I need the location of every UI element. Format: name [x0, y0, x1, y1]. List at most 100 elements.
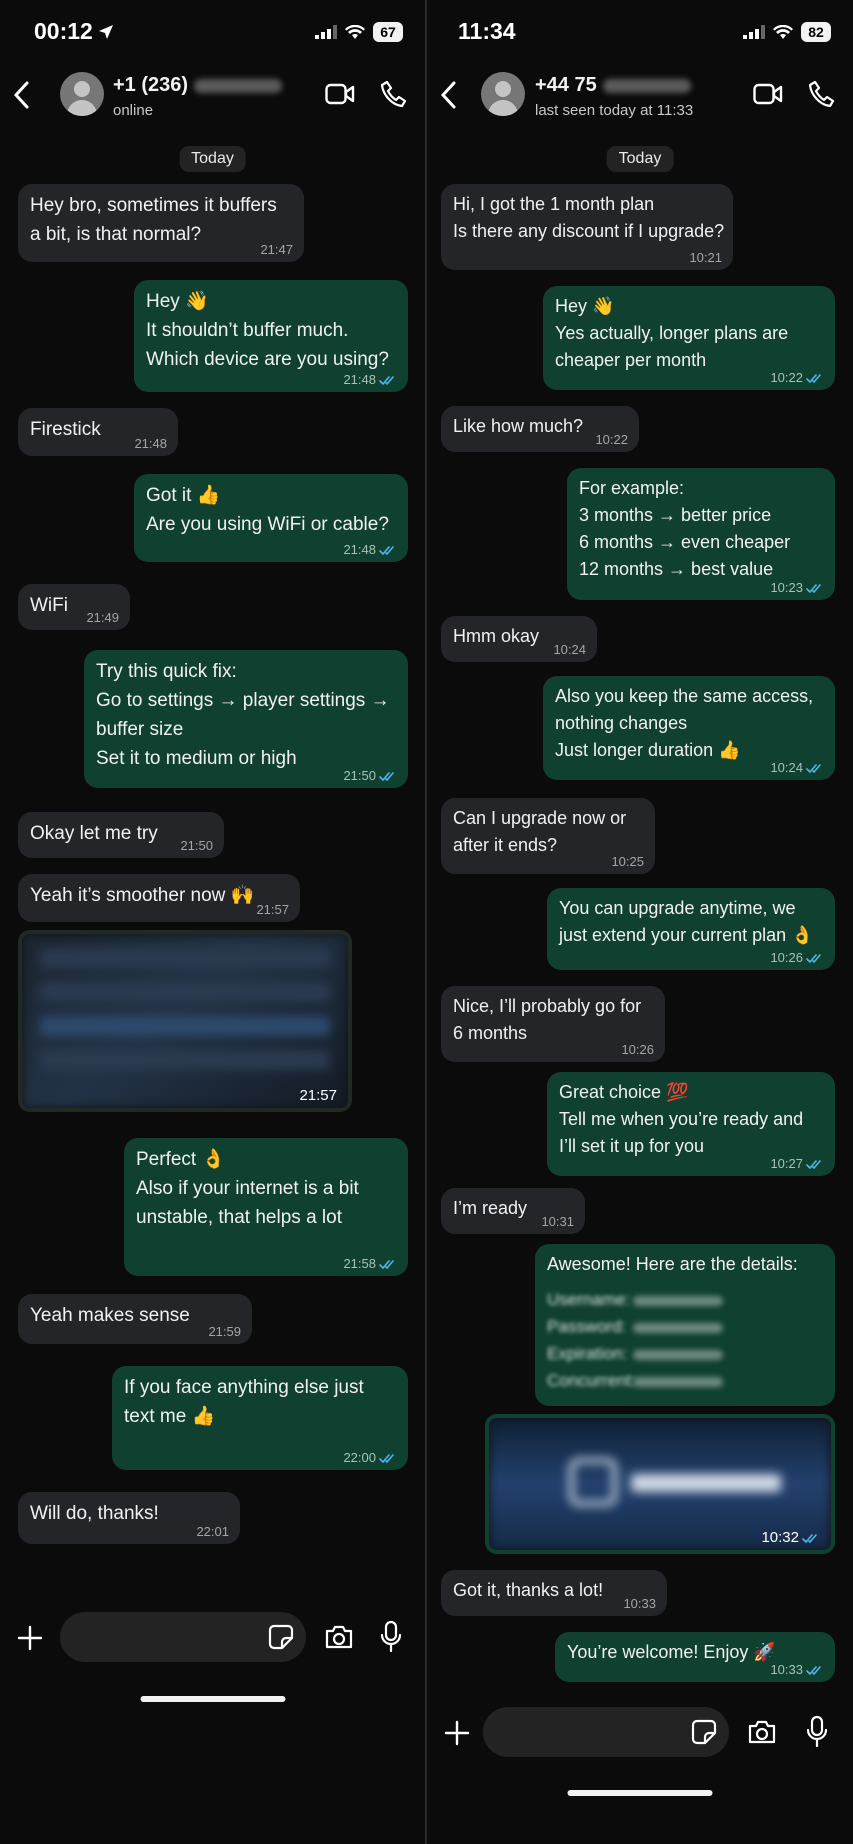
- read-receipt-icon: [802, 1533, 820, 1544]
- image-attachment[interactable]: 21:57: [18, 930, 352, 1112]
- message-list[interactable]: Today Hi, I got the 1 month plan Is there…: [427, 128, 853, 1844]
- message-incoming[interactable]: Hey bro, sometimes it buffers a bit, is t…: [18, 184, 304, 262]
- read-receipt-icon: [806, 1665, 824, 1676]
- back-chevron-icon[interactable]: [12, 80, 32, 110]
- message-outgoing[interactable]: Try this quick fix: Go to settings → play…: [84, 650, 408, 788]
- signal-icon: [743, 25, 765, 39]
- home-indicator: [567, 1790, 713, 1796]
- read-receipt-icon: [806, 1159, 824, 1170]
- message-incoming[interactable]: Can I upgrade now or after it ends? 10:25: [441, 798, 655, 874]
- message-time: 10:23: [770, 580, 803, 595]
- message-time: 10:26: [770, 950, 803, 965]
- signal-icon: [315, 25, 337, 39]
- message-time: 22:00: [343, 1450, 376, 1465]
- read-receipt-icon: [806, 373, 824, 384]
- message-list[interactable]: Today Hey bro, sometimes it buffers a bit…: [0, 128, 425, 1844]
- message-incoming[interactable]: Hi, I got the 1 month plan Is there any d…: [441, 184, 733, 270]
- sticker-icon[interactable]: [268, 1624, 294, 1650]
- message-incoming[interactable]: Like how much? 10:22: [441, 406, 639, 452]
- redacted-number: [602, 78, 691, 93]
- message-time: 21:50: [343, 768, 376, 783]
- message-input[interactable]: [483, 1707, 729, 1757]
- message-incoming[interactable]: Yeah it’s smoother now 🙌 21:57: [18, 874, 300, 922]
- message-time: 10:32: [761, 1529, 799, 1546]
- message-incoming[interactable]: I’m ready 10:31: [441, 1188, 585, 1234]
- contact-name[interactable]: +44 75: [535, 74, 691, 97]
- message-composer: [427, 1705, 853, 1765]
- message-time: 10:25: [611, 854, 644, 869]
- message-incoming[interactable]: Hmm okay 10:24: [441, 616, 597, 662]
- read-receipt-icon: [379, 1259, 397, 1270]
- message-time: 10:22: [595, 432, 628, 447]
- back-chevron-icon[interactable]: [439, 80, 459, 110]
- status-indicators: 67: [315, 22, 403, 42]
- message-time: 10:31: [541, 1214, 574, 1229]
- message-incoming[interactable]: WiFi 21:49: [18, 584, 130, 630]
- message-time: 10:24: [553, 642, 586, 657]
- message-incoming[interactable]: Okay let me try 21:50: [18, 812, 224, 858]
- message-incoming[interactable]: Got it, thanks a lot! 10:33: [441, 1570, 667, 1616]
- chat-panel-left: 00:12 67 +1 (236) online Today Hey bro, …: [0, 0, 425, 1844]
- redacted-number: [194, 78, 283, 93]
- message-time: 21:57: [299, 1087, 337, 1104]
- video-call-icon[interactable]: [325, 82, 355, 106]
- message-time: 10:33: [770, 1662, 803, 1677]
- phone-call-icon[interactable]: [381, 80, 407, 108]
- status-bar: 11:34 82: [427, 0, 853, 64]
- message-input[interactable]: [60, 1612, 306, 1662]
- home-indicator: [140, 1696, 285, 1702]
- message-outgoing[interactable]: Hey 👋 It shouldn’t buffer much. Which devi…: [134, 280, 408, 392]
- message-incoming[interactable]: Yeah makes sense 21:59: [18, 1294, 252, 1344]
- message-outgoing[interactable]: Perfect 👌 Also if your internet is a bit u…: [124, 1138, 408, 1276]
- message-time: 10:33: [623, 1596, 656, 1611]
- message-outgoing[interactable]: Hey 👋 Yes actually, longer plans are cheap…: [543, 286, 835, 390]
- message-outgoing[interactable]: For example: 3 months → better price 6 mon…: [567, 468, 835, 600]
- plus-icon[interactable]: [16, 1624, 44, 1652]
- location-arrow-icon: [99, 25, 113, 39]
- message-outgoing[interactable]: Also you keep the same access, nothing ch…: [543, 676, 835, 780]
- read-receipt-icon: [379, 1453, 397, 1464]
- contact-name[interactable]: +1 (236): [113, 74, 283, 97]
- message-time: 21:48: [134, 436, 167, 451]
- wifi-icon: [773, 24, 793, 39]
- message-incoming[interactable]: Nice, I’ll probably go for 6 months 10:26: [441, 986, 665, 1062]
- message-time: 10:22: [770, 370, 803, 385]
- day-separator: Today: [606, 146, 674, 172]
- message-time: 21:48: [343, 542, 376, 557]
- status-time: 11:34: [458, 18, 516, 44]
- contact-avatar[interactable]: [60, 72, 104, 116]
- message-time: 10:21: [689, 250, 722, 265]
- read-receipt-icon: [806, 953, 824, 964]
- contact-avatar[interactable]: [481, 72, 525, 116]
- contact-status: last seen today at 11:33: [535, 102, 694, 119]
- message-time: 10:26: [621, 1042, 654, 1057]
- message-outgoing[interactable]: Got it 👍 Are you using WiFi or cable? 21:…: [134, 474, 408, 562]
- message-outgoing[interactable]: You’re welcome! Enjoy 🚀 10:33: [555, 1632, 835, 1682]
- battery-indicator: 82: [801, 22, 831, 42]
- read-receipt-icon: [379, 771, 397, 782]
- microphone-icon[interactable]: [805, 1715, 829, 1749]
- plus-icon[interactable]: [443, 1719, 471, 1747]
- chat-header: +44 75 last seen today at 11:33: [427, 64, 853, 128]
- sticker-icon[interactable]: [691, 1719, 717, 1745]
- video-call-icon[interactable]: [753, 82, 783, 106]
- camera-icon[interactable]: [747, 1719, 777, 1745]
- message-time: 22:01: [196, 1524, 229, 1539]
- phone-call-icon[interactable]: [809, 80, 835, 108]
- message-outgoing[interactable]: You can upgrade anytime, we just extend y…: [547, 888, 835, 970]
- message-time: 21:49: [86, 610, 119, 625]
- image-attachment[interactable]: 10:32: [485, 1414, 835, 1554]
- message-outgoing-credentials[interactable]: Awesome! Here are the details: Username:…: [535, 1244, 835, 1406]
- message-incoming[interactable]: Firestick 21:48: [18, 408, 178, 456]
- read-receipt-icon: [379, 375, 397, 386]
- message-outgoing[interactable]: If you face anything else just text me 👍 …: [112, 1366, 408, 1470]
- message-time: 21:58: [343, 1256, 376, 1271]
- chat-panel-right: 11:34 82 +44 75 last seen today at 11:33…: [427, 0, 853, 1844]
- camera-icon[interactable]: [324, 1624, 354, 1650]
- microphone-icon[interactable]: [379, 1620, 403, 1654]
- blurred-screenshot: [22, 934, 348, 1108]
- redacted-credentials: Username: Password: Expiration: Concurre…: [547, 1286, 823, 1394]
- message-outgoing[interactable]: Great choice 💯 Tell me when you’re ready …: [547, 1072, 835, 1176]
- wifi-icon: [345, 24, 365, 39]
- message-incoming[interactable]: Will do, thanks! 22:01: [18, 1492, 240, 1544]
